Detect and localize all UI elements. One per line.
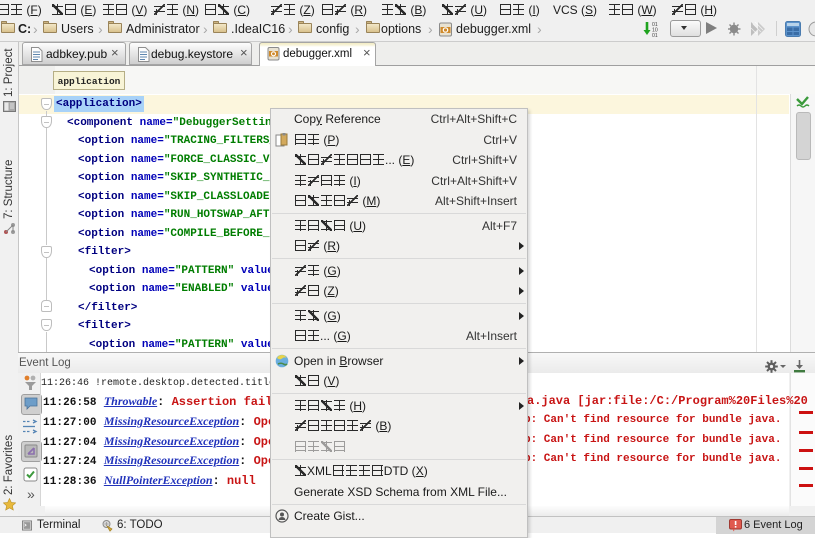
svg-text:01: 01 (652, 33, 658, 38)
